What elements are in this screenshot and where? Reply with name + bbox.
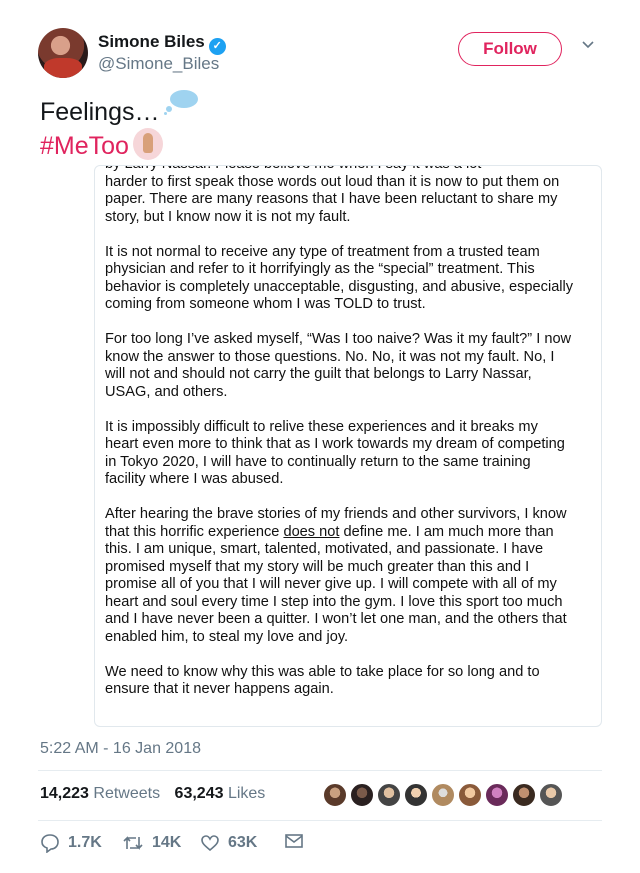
avatar[interactable] — [538, 782, 564, 808]
like-button[interactable]: 63K — [200, 833, 257, 853]
chevron-down-icon[interactable] — [582, 36, 594, 54]
retweets-stat[interactable]: 14,223 Retweets — [40, 785, 160, 802]
reply-button[interactable]: 1.7K — [40, 833, 102, 853]
letter-paragraph-3: For too long I’ve asked myself, “Was I t… — [105, 331, 572, 400]
user-handle[interactable]: @Simone_Biles — [98, 54, 219, 74]
letter-paragraph-6: We need to know why this was able to tak… — [105, 663, 540, 698]
divider — [38, 770, 602, 771]
avatar[interactable] — [376, 782, 402, 808]
avatar[interactable] — [349, 782, 375, 808]
retweet-count: 14K — [152, 834, 182, 851]
raised-hand-icon — [132, 128, 163, 160]
verified-badge-icon: ✓ — [208, 38, 226, 55]
engagement-stats: 14,223 Retweets 63,243 Likes — [40, 785, 265, 803]
avatar[interactable] — [38, 28, 88, 78]
letter-partial-line: by Larry Nassar. Please believe me when … — [105, 166, 575, 174]
follow-button[interactable]: Follow — [458, 32, 562, 66]
thought-balloon-icon — [163, 90, 198, 115]
avatar[interactable] — [457, 782, 483, 808]
tweet-timestamp[interactable]: 5:22 AM - 16 Jan 2018 — [40, 740, 201, 758]
tweet-line-1: Feelings… — [40, 98, 160, 126]
avatar[interactable] — [322, 782, 348, 808]
avatar[interactable] — [403, 782, 429, 808]
letter-paragraph-4: It is impossibly difficult to relive the… — [105, 418, 565, 488]
like-count: 63K — [228, 834, 258, 851]
avatar[interactable] — [484, 782, 510, 808]
reply-icon — [41, 834, 59, 853]
letter-paragraph-5: After hearing the brave stories of my fr… — [105, 506, 567, 645]
retweet-button[interactable]: 14K — [122, 833, 181, 853]
likes-stat[interactable]: 63,243 Likes — [175, 785, 266, 802]
heart-icon — [201, 835, 219, 852]
display-name[interactable]: Simone Biles ✓ — [98, 32, 226, 55]
divider — [38, 820, 602, 821]
avatar[interactable] — [430, 782, 456, 808]
tweet-text: Feelings… #MeToo — [40, 90, 198, 162]
avatar[interactable] — [511, 782, 537, 808]
envelope-icon — [285, 834, 303, 848]
direct-message-button[interactable] — [284, 833, 304, 849]
letter-paragraph-2: It is not normal to receive any type of … — [105, 243, 574, 313]
reply-count: 1.7K — [68, 834, 102, 851]
tweet-header: Simone Biles ✓ @Simone_Biles Follow — [38, 28, 608, 78]
attached-letter-image[interactable]: by Larry Nassar. Please believe me when … — [94, 165, 602, 727]
letter-paragraph-1: harder to first speak those words out lo… — [105, 173, 560, 225]
hashtag-link[interactable]: #MeToo — [40, 132, 129, 160]
retweet-icon — [123, 836, 143, 850]
display-name-text[interactable]: Simone Biles — [98, 32, 205, 51]
